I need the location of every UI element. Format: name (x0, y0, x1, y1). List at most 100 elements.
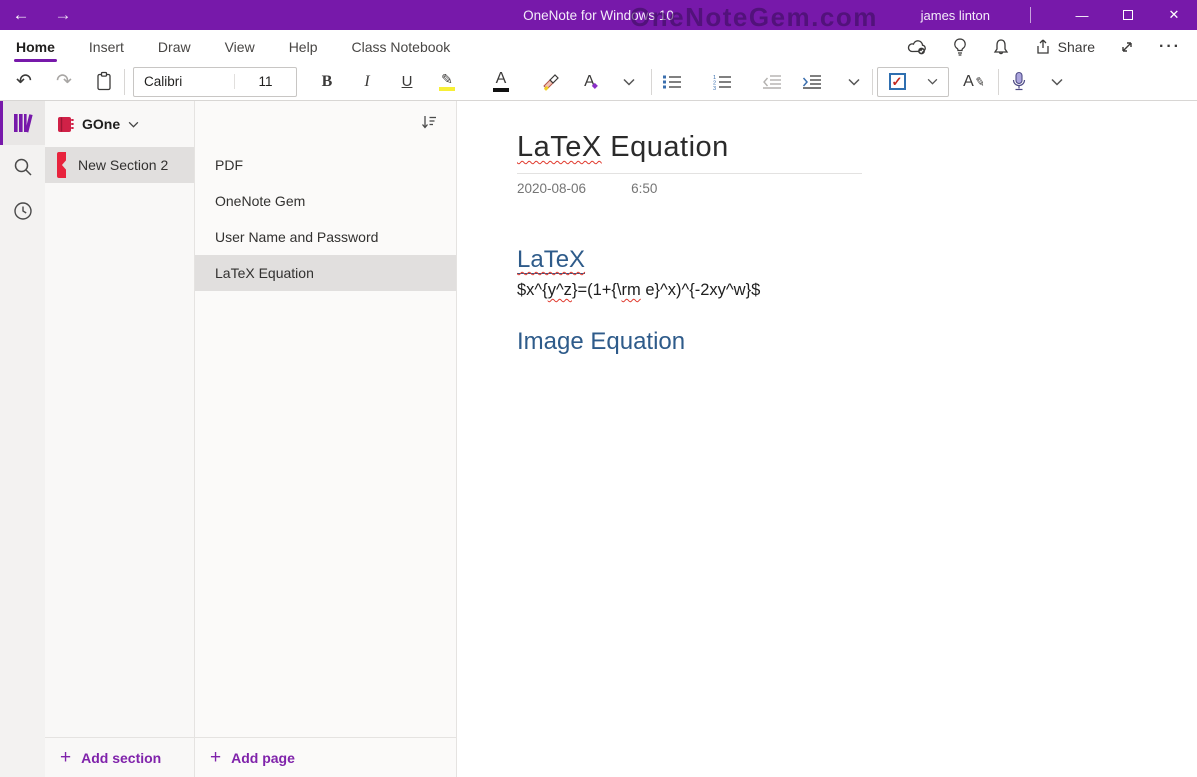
sync-status-icon[interactable] (906, 37, 928, 57)
underline-button[interactable]: U (387, 66, 427, 98)
notebooks-nav-button[interactable] (0, 101, 45, 145)
outdent-button[interactable] (752, 66, 792, 98)
dictate-chevron-icon[interactable] (1045, 66, 1069, 98)
close-button[interactable]: ✕ (1151, 0, 1197, 30)
ideas-lightbulb-icon[interactable] (951, 37, 969, 57)
page-title[interactable]: LaTeX Equation (517, 131, 1197, 164)
page-label: LaTeX Equation (215, 265, 314, 281)
add-page-button[interactable]: + Add page (195, 737, 456, 777)
styles-pen-icon: ✎ (974, 74, 986, 90)
share-label: Share (1058, 39, 1095, 55)
sort-icon (420, 114, 438, 130)
equation-segment: }=(1+{\ (572, 281, 622, 299)
watermark: OneNoteGem.com (630, 2, 878, 33)
main-area: GOne New Section 2 + Add section PDF One… (0, 101, 1197, 777)
add-page-label: Add page (231, 750, 295, 766)
font-name-select[interactable]: Calibri (134, 74, 234, 89)
maximize-icon (1123, 10, 1133, 20)
redo-button[interactable]: ↷ (44, 66, 84, 98)
page-time: 6:50 (631, 181, 657, 196)
todo-tag-split-button[interactable]: ✓ (877, 67, 949, 97)
navigation-rail (0, 101, 45, 777)
font-color-letter: A (496, 71, 507, 87)
page-item-pdf[interactable]: PDF (195, 147, 456, 183)
paragraph-more-chevron-icon[interactable] (842, 66, 866, 98)
search-icon (13, 157, 33, 177)
notifications-bell-icon[interactable] (992, 37, 1010, 57)
toolbar-separator (872, 69, 873, 95)
latex-equation-text[interactable]: $x^{y^z}=(1+{\rm e}^x)^{-2xy^w}$ (517, 281, 1197, 300)
page-item-latex-equation[interactable]: LaTeX Equation (195, 255, 456, 291)
page-meta: 2020-08-06 6:50 (517, 181, 1197, 196)
user-name[interactable]: james linton (921, 8, 990, 23)
bullet-list-button[interactable] (652, 66, 692, 98)
clear-formatting-eraser-icon: ◆ (592, 81, 598, 90)
recent-notes-nav-button[interactable] (0, 189, 45, 233)
add-section-button[interactable]: + Add section (45, 737, 194, 777)
tab-class-notebook[interactable]: Class Notebook (349, 33, 452, 61)
add-section-label: Add section (81, 750, 161, 766)
tab-home[interactable]: Home (14, 33, 57, 61)
toolbar-separator (998, 69, 999, 95)
dictate-microphone-button[interactable] (1001, 66, 1037, 98)
format-painter-button[interactable] (531, 66, 571, 98)
page-canvas[interactable]: LaTeX Equation 2020-08-06 6:50 LaTeX $x^… (457, 101, 1197, 777)
font-color-bar (493, 88, 509, 92)
page-label: User Name and Password (215, 229, 378, 245)
formatting-toolbar: ↶ ↷ Calibri 11 B I U ✎ A A ◆ (0, 63, 1197, 101)
page-label: PDF (215, 157, 243, 173)
styles-button[interactable]: A ✎ (954, 66, 994, 98)
sections-panel: GOne New Section 2 + Add section (45, 101, 195, 777)
plus-icon: + (60, 748, 71, 767)
clear-formatting-button[interactable]: A ◆ (571, 66, 611, 98)
indent-button[interactable] (792, 66, 832, 98)
forward-icon[interactable]: → (42, 5, 84, 25)
highlighter-button[interactable]: ✎ (427, 66, 467, 98)
pages-panel: PDF OneNote Gem User Name and Password L… (195, 101, 457, 777)
title-bar: ← → OneNote for Windows 10 OneNoteGem.co… (0, 0, 1197, 30)
latex-heading[interactable]: LaTeX (517, 246, 1197, 274)
paste-clipboard-icon[interactable] (84, 66, 124, 98)
minimize-button[interactable]: — (1059, 0, 1105, 30)
page-date: 2020-08-06 (517, 181, 586, 196)
styles-letter: A (963, 73, 974, 91)
image-equation-heading[interactable]: Image Equation (517, 328, 1197, 356)
page-item-username-password[interactable]: User Name and Password (195, 219, 456, 255)
more-options-icon[interactable]: ··· (1159, 38, 1181, 56)
titlebar-divider (1030, 7, 1031, 23)
toolbar-separator (124, 69, 125, 95)
numbered-list-button[interactable]: 123 (702, 66, 742, 98)
latex-heading-text: LaTeX (517, 246, 585, 273)
section-item[interactable]: New Section 2 (45, 147, 194, 183)
todo-checkbox-icon: ✓ (889, 73, 906, 90)
tab-draw[interactable]: Draw (156, 33, 193, 61)
maximize-button[interactable] (1105, 0, 1151, 30)
font-more-chevron-icon[interactable] (617, 66, 641, 98)
sort-pages-button[interactable] (420, 114, 438, 135)
search-nav-button[interactable] (0, 145, 45, 189)
page-item-onenote-gem[interactable]: OneNote Gem (195, 183, 456, 219)
equation-segment: $x^{ (517, 281, 548, 299)
notebook-chevron-icon (128, 121, 139, 128)
font-color-button[interactable]: A (481, 66, 521, 98)
equation-segment-misspelled: rm (622, 281, 641, 299)
todo-chevron-icon (927, 78, 938, 85)
notebook-header[interactable]: GOne (45, 101, 194, 147)
italic-button[interactable]: I (347, 66, 387, 98)
undo-button[interactable]: ↶ (4, 66, 44, 98)
tab-view[interactable]: View (223, 33, 257, 61)
page-title-rest: Equation (602, 131, 729, 163)
share-button[interactable]: Share (1033, 37, 1095, 56)
section-color-marker (57, 152, 66, 178)
section-label: New Section 2 (78, 157, 168, 173)
font-size-select[interactable]: 11 (234, 74, 296, 89)
equation-segment-misspelled: y^z (548, 281, 572, 299)
tab-help[interactable]: Help (287, 33, 320, 61)
tab-insert[interactable]: Insert (87, 33, 126, 61)
bold-button[interactable]: B (307, 66, 347, 98)
ribbon-tab-row: Home Insert Draw View Help Class Noteboo… (0, 30, 1197, 63)
back-icon[interactable]: ← (0, 5, 42, 25)
page-title-word: LaTeX (517, 131, 602, 163)
full-screen-icon[interactable] (1118, 38, 1136, 56)
plus-icon: + (210, 748, 221, 767)
